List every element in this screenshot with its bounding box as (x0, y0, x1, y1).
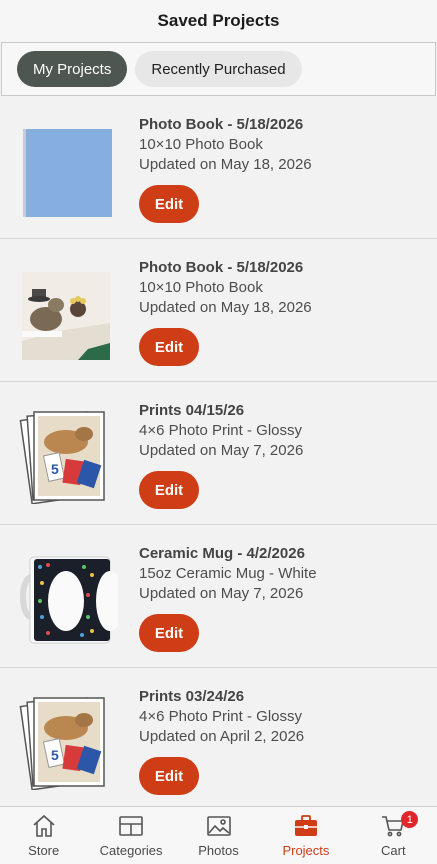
photos-icon (206, 813, 232, 839)
photo-print-thumbnail[interactable]: 5 (18, 404, 118, 504)
nav-label: Store (28, 843, 60, 858)
edit-button[interactable]: Edit (139, 614, 199, 652)
project-row[interactable]: 5 Prints 04/15/26 4×6 Photo Print - Glos… (0, 382, 437, 525)
project-type: 4×6 Photo Print - Glossy (139, 422, 302, 439)
nav-projects[interactable]: Projects (262, 807, 349, 864)
categories-icon (118, 813, 144, 839)
nav-store[interactable]: Store (0, 807, 87, 864)
project-row[interactable]: Photo Book - 5/18/2026 10×10 Photo Book … (0, 96, 437, 239)
nav-label: Cart (381, 843, 406, 858)
nav-cart[interactable]: 1 Cart (350, 807, 437, 864)
project-updated: Updated on May 7, 2026 (139, 585, 304, 602)
project-title: Prints 03/24/26 (139, 688, 245, 705)
tab-my-projects[interactable]: My Projects (17, 51, 128, 87)
nav-categories[interactable]: Categories (87, 807, 174, 864)
project-title: Prints 04/15/26 (139, 402, 245, 419)
bottom-nav: Store Categories Photos Projects 1 Cart (0, 806, 437, 864)
edit-button[interactable]: Edit (139, 471, 199, 509)
nav-label: Categories (99, 843, 163, 858)
project-updated: Updated on May 18, 2026 (139, 156, 312, 173)
project-type: 4×6 Photo Print - Glossy (139, 708, 302, 725)
project-row[interactable]: Photo Book - 5/18/2026 10×10 Photo Book … (0, 239, 437, 382)
project-row[interactable]: 5 Prints 03/24/26 4×6 Photo Print - Glos… (0, 668, 437, 806)
project-type: 10×10 Photo Book (139, 136, 263, 153)
photo-book-thumbnail[interactable] (18, 118, 118, 218)
project-tabs: My Projects Recently Purchased (1, 42, 436, 96)
photo-print-thumbnail[interactable]: 5 (18, 690, 118, 790)
project-title: Ceramic Mug - 4/2/2026 (139, 545, 305, 562)
edit-button[interactable]: Edit (139, 328, 199, 366)
project-updated: Updated on May 7, 2026 (139, 442, 304, 459)
project-type: 15oz Ceramic Mug - White (139, 565, 317, 582)
nav-label: Projects (282, 843, 330, 858)
page-title: Saved Projects (157, 11, 280, 30)
project-type: 10×10 Photo Book (139, 279, 263, 296)
project-title: Photo Book - 5/18/2026 (139, 116, 304, 133)
ceramic-mug-thumbnail[interactable] (18, 547, 118, 647)
project-updated: Updated on May 18, 2026 (139, 299, 312, 316)
project-row[interactable]: Ceramic Mug - 4/2/2026 15oz Ceramic Mug … (0, 525, 437, 668)
project-updated: Updated on April 2, 2026 (139, 728, 305, 745)
nav-label: Photos (198, 843, 239, 858)
photo-book-thumbnail[interactable] (18, 261, 118, 361)
nav-photos[interactable]: Photos (175, 807, 262, 864)
edit-button[interactable]: Edit (139, 185, 199, 223)
project-title: Photo Book - 5/18/2026 (139, 259, 304, 276)
cart-count-badge: 1 (401, 811, 419, 828)
header: Saved Projects (0, 0, 437, 42)
edit-button[interactable]: Edit (139, 757, 199, 795)
svg-text:5: 5 (51, 747, 59, 763)
tab-recently-purchased[interactable]: Recently Purchased (135, 51, 302, 87)
briefcase-icon (293, 813, 319, 839)
project-list[interactable]: Photo Book - 5/18/2026 10×10 Photo Book … (0, 96, 437, 806)
home-icon (31, 813, 57, 839)
svg-text:5: 5 (51, 461, 59, 477)
